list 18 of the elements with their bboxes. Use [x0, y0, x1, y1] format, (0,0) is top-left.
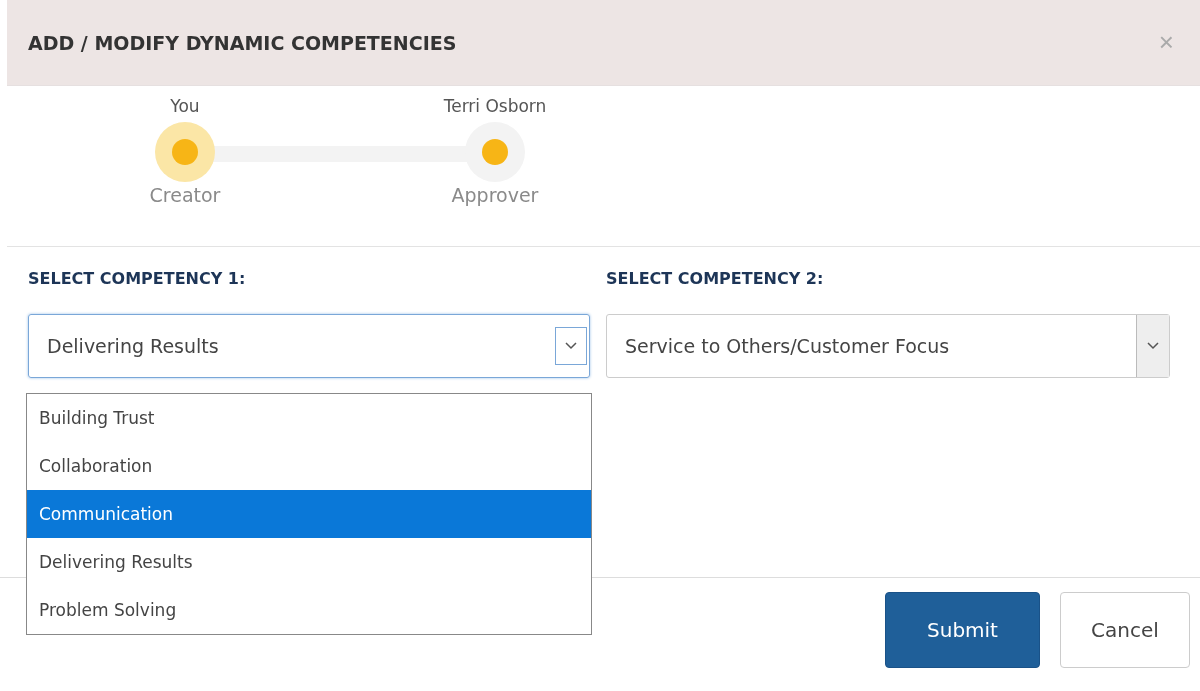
- step-role: Creator: [149, 184, 221, 206]
- cancel-button[interactable]: Cancel: [1060, 592, 1190, 668]
- dropdown-option[interactable]: Delivering Results: [27, 538, 591, 586]
- dropdown-option[interactable]: Building Trust: [27, 394, 591, 442]
- submit-button[interactable]: Submit: [885, 592, 1040, 668]
- dialog-title: ADD / MODIFY DYNAMIC COMPETENCIES: [28, 31, 457, 54]
- dropdown-select[interactable]: Delivering Results: [28, 314, 590, 378]
- dropdown-option[interactable]: Collaboration: [27, 442, 591, 490]
- dropdown-option[interactable]: Problem Solving: [27, 586, 591, 634]
- step-name: You: [170, 95, 200, 118]
- chevron-down-icon: [1147, 342, 1159, 350]
- dropdown-option[interactable]: Communication: [27, 490, 591, 538]
- field-label: SELECT COMPETENCY 2:: [606, 269, 825, 288]
- chevron-down-icon: [565, 342, 577, 350]
- step-role: Approver: [451, 184, 539, 206]
- step-name: Terri Osborn: [443, 95, 547, 118]
- dropdown-select[interactable]: Service to Others/Customer Focus: [606, 314, 1170, 378]
- field-label: SELECT COMPETENCY 1:: [28, 269, 247, 288]
